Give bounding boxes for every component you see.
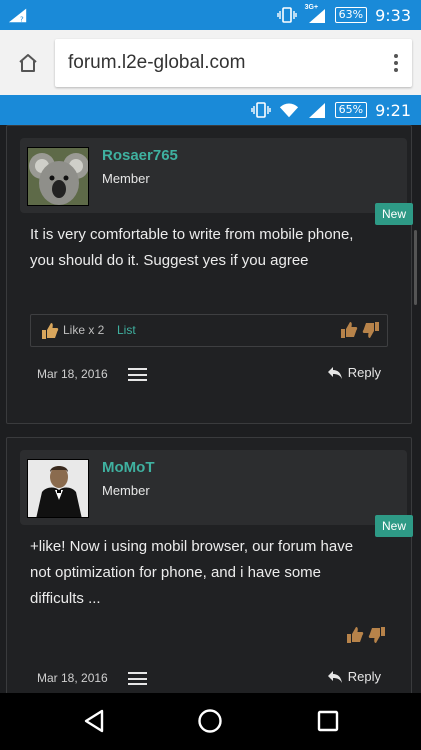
home-circle-icon <box>198 709 222 733</box>
forum-post: MoMoT Member New +like! Now i using mobi… <box>6 437 413 693</box>
man-in-tuxedo-avatar-image <box>28 460 88 517</box>
avatar[interactable] <box>27 147 89 206</box>
thumbs-up-icon[interactable] <box>345 625 365 645</box>
battery-indicator: 63% <box>334 7 368 23</box>
home-icon <box>19 53 37 72</box>
user-title: Member <box>102 483 150 498</box>
browser-toolbar: forum.l2e-global.com <box>0 30 421 95</box>
reply-icon <box>327 670 342 683</box>
url-text: forum.l2e-global.com <box>68 52 246 73</box>
status-bar: ? 3G+ 63% 9:33 <box>0 0 421 30</box>
user-title: Member <box>102 171 150 186</box>
navigation-bar <box>0 693 421 750</box>
home-nav-button[interactable] <box>197 708 223 734</box>
scrollbar[interactable] <box>414 230 417 305</box>
address-bar[interactable]: forum.l2e-global.com <box>55 39 412 87</box>
back-button[interactable] <box>81 708 107 734</box>
overflow-menu-icon[interactable] <box>394 39 398 87</box>
inner-status-bar: 65% 9:21 <box>0 95 421 125</box>
reply-button[interactable]: Reply <box>327 365 381 380</box>
avatar[interactable] <box>27 459 89 518</box>
new-badge: New <box>375 203 413 225</box>
recents-button[interactable] <box>315 708 341 734</box>
user-info: Rosaer765 Member New <box>20 138 413 225</box>
username-link[interactable]: Rosaer765 <box>102 147 178 164</box>
post-menu-icon[interactable] <box>128 672 147 685</box>
likes-count: Like x 2 <box>63 323 105 337</box>
thumbs-up-icon[interactable] <box>339 320 359 340</box>
wifi-icon <box>279 101 299 119</box>
likes-list-link[interactable]: List <box>117 323 136 337</box>
clock: 9:33 <box>375 5 411 25</box>
reply-icon <box>327 366 342 379</box>
clock: 9:21 <box>375 100 411 120</box>
likes-bar: Like x 2 List <box>30 314 388 347</box>
reply-button[interactable]: Reply <box>327 669 381 684</box>
vibrate-icon <box>250 101 271 119</box>
back-icon <box>84 709 104 733</box>
signal-icon: ? <box>8 6 28 24</box>
battery-indicator: 65% <box>334 102 368 118</box>
forum-thread[interactable]: Rosaer765 Member New It is very comforta… <box>0 125 421 693</box>
thumbs-down-icon[interactable] <box>367 625 387 645</box>
vibrate-icon <box>276 6 297 24</box>
koala-avatar-image <box>28 148 88 205</box>
mobile-data-icon: 3G+ <box>305 4 327 24</box>
post-message: It is very comfortable to write from mob… <box>30 226 354 269</box>
username-link[interactable]: MoMoT <box>102 459 154 476</box>
like-icon <box>42 323 59 339</box>
rating-buttons <box>345 625 387 645</box>
signal-icon <box>307 101 327 119</box>
post-date[interactable]: Mar 18, 2016 <box>37 671 108 685</box>
recents-icon <box>317 710 339 732</box>
thumbs-down-icon[interactable] <box>361 320 381 340</box>
forum-post: Rosaer765 Member New It is very comforta… <box>6 125 413 424</box>
post-message: +like! Now i using mobil browser, our fo… <box>30 538 354 607</box>
svg-text:?: ? <box>20 14 24 23</box>
home-button[interactable] <box>0 30 56 95</box>
post-menu-icon[interactable] <box>128 368 147 381</box>
new-badge: New <box>375 515 413 537</box>
user-info: MoMoT Member New <box>20 450 413 537</box>
post-date[interactable]: Mar 18, 2016 <box>37 367 108 381</box>
